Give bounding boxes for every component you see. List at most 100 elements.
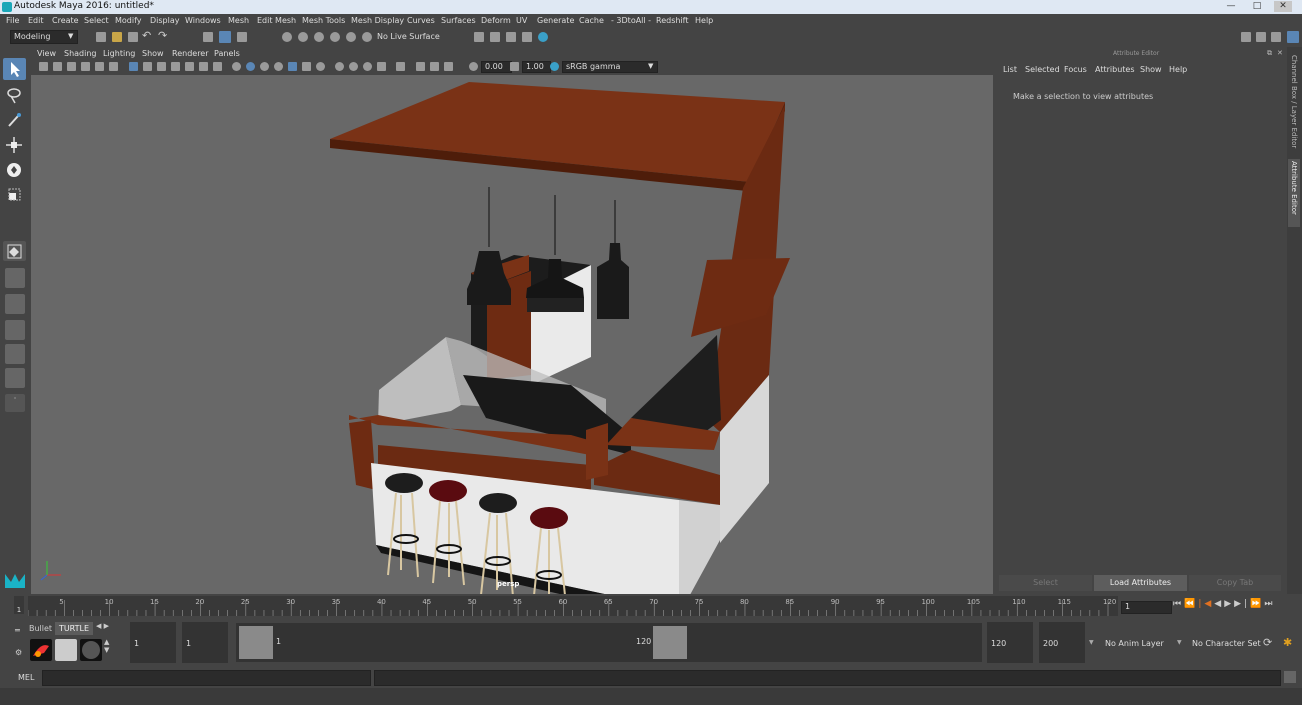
go-to-end-icon[interactable]: ⏭: [1264, 599, 1275, 609]
save-scene-icon[interactable]: [128, 32, 138, 42]
select-component-icon[interactable]: [237, 32, 247, 42]
menu-uv[interactable]: UV: [516, 16, 527, 25]
move-tool[interactable]: [3, 134, 26, 156]
range-slider-start-handle[interactable]: [239, 626, 273, 659]
start-time-field[interactable]: 1: [134, 639, 139, 648]
menu-edit-mesh[interactable]: Edit Mesh: [257, 16, 296, 25]
menu-surfaces[interactable]: Surfaces: [441, 16, 476, 25]
step-back-frame-icon[interactable]: |◀: [1198, 599, 1214, 609]
playback-end-field[interactable]: 120: [991, 639, 1006, 648]
menu-3dtoall[interactable]: - 3DtoAll -: [611, 16, 651, 25]
current-frame-marker[interactable]: 1: [14, 596, 24, 614]
step-forward-key-icon[interactable]: ⏩: [1250, 599, 1264, 609]
undo-icon[interactable]: ↶: [142, 29, 151, 42]
film-gate-icon[interactable]: [143, 62, 152, 71]
layout-two-panes-icon[interactable]: [5, 294, 25, 314]
playback-start-field[interactable]: 1: [186, 639, 191, 648]
channel-box-tab[interactable]: Channel Box / Layer Editor: [1290, 55, 1298, 155]
layout-stacked-icon[interactable]: [5, 344, 25, 364]
select-object-icon[interactable]: [219, 31, 231, 43]
go-to-start-icon[interactable]: ⏮: [1173, 599, 1184, 609]
depth-of-field-icon[interactable]: [363, 62, 372, 71]
toggle-outliner-icon[interactable]: [1256, 32, 1266, 42]
bookmark-icon[interactable]: [67, 62, 76, 71]
grid-icon[interactable]: [129, 62, 138, 71]
shelf-tab-bullet[interactable]: Bullet: [29, 624, 52, 633]
panel-menu-renderer[interactable]: Renderer: [172, 49, 209, 58]
snap-surface-icon[interactable]: [346, 32, 356, 42]
snap-view-plane-icon[interactable]: [330, 32, 340, 42]
workspace-icon[interactable]: [1241, 32, 1251, 42]
current-frame-field[interactable]: 1: [1121, 601, 1172, 614]
perspective-viewport[interactable]: persp: [31, 75, 993, 594]
menu-curves[interactable]: Curves: [407, 16, 435, 25]
menu-edit[interactable]: Edit: [28, 16, 44, 25]
exposure-field[interactable]: 0.00: [481, 61, 512, 73]
xray-icon[interactable]: [396, 62, 405, 71]
toggle-attribute-editor-icon[interactable]: [1287, 31, 1299, 43]
menu-mesh[interactable]: Mesh: [228, 16, 249, 25]
default-material-icon[interactable]: [260, 62, 269, 71]
motion-blur-icon[interactable]: [335, 62, 344, 71]
close-panel-icon[interactable]: ✕: [1277, 49, 1283, 57]
xray-components-icon[interactable]: [430, 62, 439, 71]
shelf-expand-icon[interactable]: ▲ ▼: [104, 638, 109, 654]
load-attributes-button[interactable]: Load Attributes: [1094, 575, 1187, 591]
smooth-shade-icon[interactable]: [246, 62, 255, 71]
backface-culling-icon[interactable]: [444, 62, 453, 71]
screen-space-ao-icon[interactable]: [316, 62, 325, 71]
wireframe-icon[interactable]: [232, 62, 241, 71]
safe-title-icon[interactable]: [213, 62, 222, 71]
hypershade-icon[interactable]: [522, 32, 532, 42]
layout-outliner-icon[interactable]: [5, 368, 25, 388]
menu-modify[interactable]: Modify: [115, 16, 142, 25]
menu-display[interactable]: Display: [150, 16, 180, 25]
rotate-tool[interactable]: [3, 159, 26, 181]
menu-create[interactable]: Create: [52, 16, 79, 25]
layout-side-by-side-icon[interactable]: [5, 320, 25, 340]
range-slider-track[interactable]: 1 120: [236, 623, 982, 662]
play-backwards-icon[interactable]: ◀: [1214, 599, 1224, 609]
shelf-scroll-icon[interactable]: ◀ ▶: [96, 622, 109, 630]
lasso-tool[interactable]: [3, 84, 26, 106]
command-input[interactable]: [42, 670, 371, 686]
live-surface-label[interactable]: No Live Surface: [377, 32, 440, 41]
render-frame-icon[interactable]: [474, 32, 484, 42]
menu-redshift[interactable]: Redshift: [656, 16, 688, 25]
step-back-key-icon[interactable]: ⏪: [1184, 599, 1198, 609]
scale-tool[interactable]: [3, 184, 26, 206]
shadows-icon[interactable]: [302, 62, 311, 71]
attr-select-button[interactable]: Select: [999, 575, 1092, 591]
safe-action-icon[interactable]: [199, 62, 208, 71]
panel-menu-panels[interactable]: Panels: [214, 49, 240, 58]
menu-mesh-display[interactable]: Mesh Display: [351, 16, 404, 25]
panel-menu-shading[interactable]: Shading: [64, 49, 97, 58]
panel-menu-view[interactable]: View: [37, 49, 56, 58]
command-language-label[interactable]: MEL: [18, 673, 34, 682]
step-forward-frame-icon[interactable]: ▶|: [1234, 599, 1250, 609]
close-button[interactable]: ✕: [1274, 1, 1292, 12]
attr-menu-list[interactable]: List: [1003, 65, 1017, 74]
textured-icon[interactable]: [274, 62, 283, 71]
snap-grid-icon[interactable]: [282, 32, 292, 42]
paint-select-tool[interactable]: [3, 109, 26, 131]
multisample-aa-icon[interactable]: [349, 62, 358, 71]
use-all-lights-icon[interactable]: [288, 62, 297, 71]
animation-preferences-icon[interactable]: ✱: [1283, 636, 1292, 649]
anim-layer-dropdown-arrow[interactable]: ▼: [1089, 639, 1094, 646]
color-space-dropdown[interactable]: sRGB gamma ▼: [562, 61, 658, 73]
attr-menu-help[interactable]: Help: [1169, 65, 1187, 74]
more-layouts-icon[interactable]: ·: [5, 394, 25, 412]
shelf-settings-icon[interactable]: ⚙: [15, 648, 22, 657]
new-scene-icon[interactable]: [96, 32, 106, 42]
float-panel-icon[interactable]: ⧉: [1267, 49, 1272, 58]
range-slider-end-handle[interactable]: [653, 626, 687, 659]
menu-windows[interactable]: Windows: [185, 16, 221, 25]
layout-single-icon[interactable]: [5, 268, 25, 288]
camera-icon[interactable]: [39, 62, 48, 71]
redo-icon[interactable]: ↷: [158, 29, 167, 42]
ipr-render-icon[interactable]: [490, 32, 500, 42]
open-scene-icon[interactable]: [112, 32, 122, 42]
render-view-icon[interactable]: [538, 32, 548, 42]
gate-mask-icon[interactable]: [171, 62, 180, 71]
